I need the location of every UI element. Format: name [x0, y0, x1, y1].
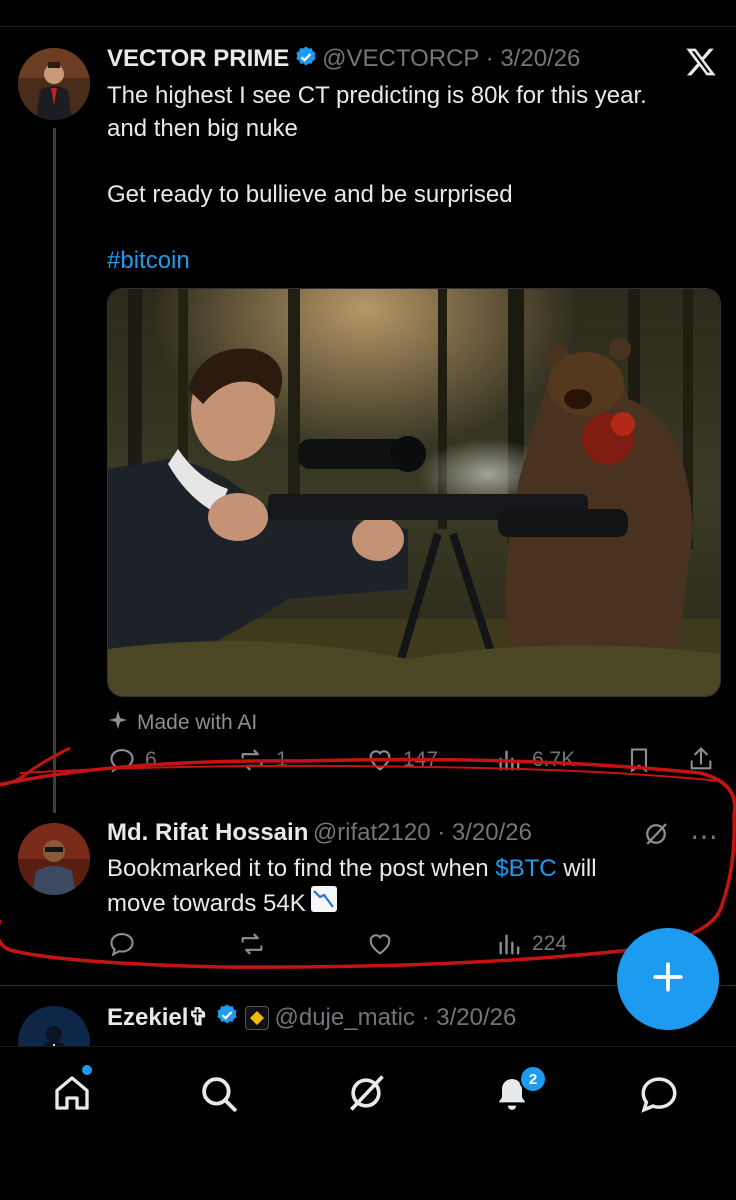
ai-label: Made with AI [107, 709, 257, 737]
post-image[interactable] [107, 288, 721, 697]
ai-label-text: Made with AI [137, 711, 258, 734]
handle-date[interactable]: @duje_matic · 3/20/26 [275, 1004, 517, 1032]
author-name[interactable]: Ezekiel✞ [107, 1003, 209, 1032]
grok-icon[interactable] [344, 1071, 388, 1120]
notification-count-badge: 2 [519, 1065, 547, 1093]
compose-button[interactable] [617, 928, 719, 1030]
bottom-navigation: 2 [0, 1046, 736, 1200]
vector-prime-avatar[interactable] [18, 48, 90, 120]
red-annotation-scribble [0, 746, 736, 969]
hashtag-link[interactable]: #bitcoin [107, 244, 717, 277]
sparkle-icon [107, 709, 129, 737]
search-icon[interactable] [198, 1073, 240, 1120]
x-logo-icon[interactable] [684, 46, 718, 83]
post-text: The highest I see CT predicting is 80k f… [107, 79, 717, 277]
post-header: VECTOR PRIME @VECTORCP · 3/20/26 [107, 45, 580, 74]
top-divider [0, 26, 736, 27]
thread-line [53, 128, 56, 813]
post-text-line: The highest I see CT predicting is 80k f… [107, 82, 647, 109]
messages-icon[interactable] [638, 1073, 680, 1120]
plus-icon [651, 960, 685, 999]
post-text-line: Get ready to bullieve and be surprised [107, 181, 513, 208]
handle-date[interactable]: @VECTORCP · 3/20/26 [322, 45, 580, 72]
post-text-line: and then big nuke [107, 115, 298, 142]
verified-badge-icon [215, 1003, 239, 1032]
affiliate-badge-icon [244, 1005, 269, 1030]
home-unread-dot [82, 1065, 92, 1075]
next-post-header: Ezekiel✞ @duje_matic · 3/20/26 [107, 1003, 516, 1032]
home-icon[interactable] [52, 1065, 92, 1118]
author-name[interactable]: VECTOR PRIME [107, 45, 289, 72]
verified-badge-icon [294, 45, 318, 74]
notifications-icon[interactable]: 2 [492, 1065, 547, 1120]
